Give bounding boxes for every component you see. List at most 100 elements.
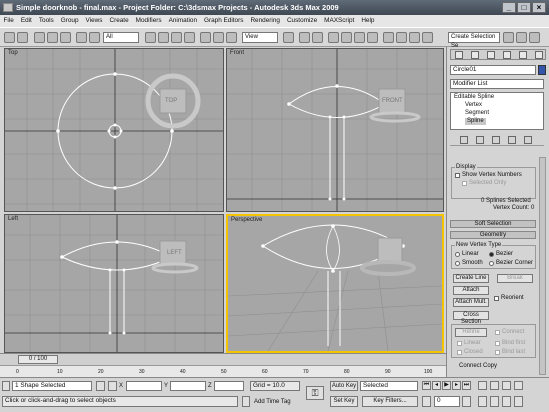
- bezier-radio[interactable]: [489, 252, 494, 257]
- menu-edit[interactable]: Edit: [17, 15, 35, 27]
- maximize-button[interactable]: □: [517, 2, 531, 13]
- menu-group[interactable]: Group: [57, 15, 82, 27]
- keyboard-shortcut-icon[interactable]: [312, 32, 323, 43]
- y-coordinate-field[interactable]: [170, 381, 206, 391]
- unlink-icon[interactable]: [47, 32, 58, 43]
- time-slider[interactable]: 0 / 100: [0, 353, 446, 365]
- mirror-icon[interactable]: [383, 32, 394, 43]
- selected-only-checkbox[interactable]: [462, 181, 467, 186]
- viewport-label-top[interactable]: Top: [8, 50, 18, 56]
- command-panel-scrollbar[interactable]: [539, 157, 546, 375]
- previous-frame-icon[interactable]: ◂: [432, 381, 441, 390]
- menu-maxscript[interactable]: MAXScript: [321, 15, 358, 27]
- field-of-view-icon[interactable]: [478, 396, 487, 407]
- redo-icon[interactable]: [17, 32, 28, 43]
- scale-icon[interactable]: [226, 32, 237, 43]
- viewcube-front-label[interactable]: FRONT: [382, 98, 403, 104]
- configure-modifier-sets-icon[interactable]: [524, 136, 532, 144]
- bind-last-checkbox[interactable]: [495, 350, 500, 355]
- bezier-corner-radio[interactable]: [489, 261, 494, 266]
- play-icon[interactable]: ▶: [442, 381, 451, 390]
- hierarchy-tab-icon[interactable]: [487, 51, 495, 59]
- viewport-top[interactable]: Top TOP: [4, 48, 224, 212]
- pivot-center-icon[interactable]: [283, 32, 294, 43]
- viewport-perspective[interactable]: Perspective: [226, 214, 444, 353]
- stack-item-vertex[interactable]: Vertex: [465, 102, 482, 109]
- soft-selection-rollout[interactable]: Soft Selection: [450, 220, 536, 228]
- z-coordinate-field[interactable]: [214, 381, 244, 391]
- stack-item-editable-spline[interactable]: Editable Spline: [454, 94, 494, 101]
- viewport-front[interactable]: Front FRONT: [226, 48, 444, 212]
- select-by-name-icon[interactable]: [89, 32, 100, 43]
- snap-toggle-icon[interactable]: [328, 32, 339, 43]
- rectangle-selection-icon[interactable]: [171, 32, 182, 43]
- track-bar[interactable]: 0 10 20 30 40 50 60 70 80 90 100: [0, 365, 446, 377]
- x-coordinate-field[interactable]: [126, 381, 162, 391]
- viewport-label-perspective[interactable]: Perspective: [231, 217, 262, 223]
- viewcube-left-label[interactable]: LEFT: [167, 250, 182, 256]
- time-tag-icon[interactable]: [242, 396, 250, 407]
- pan-icon[interactable]: [490, 396, 499, 407]
- menu-rendering[interactable]: Rendering: [247, 15, 284, 27]
- show-end-result-icon[interactable]: [476, 136, 484, 144]
- layer-manager-icon[interactable]: [409, 32, 420, 43]
- make-unique-icon[interactable]: [492, 136, 500, 144]
- zoom-icon[interactable]: [478, 381, 487, 390]
- maxscript-listener-icon[interactable]: [2, 381, 10, 391]
- closed-checkbox[interactable]: [457, 350, 462, 355]
- display-tab-icon[interactable]: [519, 51, 527, 59]
- menu-animation[interactable]: Animation: [165, 15, 200, 27]
- smooth-radio[interactable]: [455, 261, 460, 266]
- minimize-button[interactable]: _: [502, 2, 516, 13]
- link-icon[interactable]: [34, 32, 45, 43]
- modifier-list-dropdown[interactable]: Modifier List: [450, 79, 544, 89]
- orbit-icon[interactable]: [502, 396, 511, 407]
- pin-stack-icon[interactable]: [460, 136, 468, 144]
- menu-file[interactable]: File: [0, 15, 17, 27]
- move-icon[interactable]: [200, 32, 211, 43]
- angle-snap-icon[interactable]: [341, 32, 352, 43]
- reorient-checkbox[interactable]: [494, 296, 499, 301]
- menu-customize[interactable]: Customize: [283, 15, 320, 27]
- selection-filter-dropdown[interactable]: All: [103, 32, 139, 43]
- named-selection-set-dropdown[interactable]: Create Selection Se: [448, 32, 500, 49]
- reference-coordinate-dropdown[interactable]: View: [242, 32, 278, 43]
- menu-modifiers[interactable]: Modifiers: [132, 15, 165, 27]
- attach-mult-button[interactable]: Attach Mult.: [453, 298, 489, 307]
- zoom-extents-icon[interactable]: [502, 381, 511, 390]
- render-setup-icon[interactable]: [516, 32, 527, 43]
- menu-graph-editors[interactable]: Graph Editors: [201, 15, 247, 27]
- undo-icon[interactable]: [4, 32, 15, 43]
- cross-section-button[interactable]: Cross Section: [453, 311, 489, 325]
- key-mode-toggle-icon[interactable]: [422, 396, 431, 407]
- modify-tab-icon[interactable]: [471, 51, 479, 59]
- utilities-tab-icon[interactable]: [535, 51, 543, 59]
- set-key-button[interactable]: Set Key: [330, 396, 358, 407]
- geometry-rollout[interactable]: Geometry: [450, 231, 536, 239]
- viewport-label-left[interactable]: Left: [8, 216, 18, 222]
- close-button[interactable]: ×: [532, 2, 546, 13]
- create-tab-icon[interactable]: [455, 51, 463, 59]
- absolute-mode-icon[interactable]: [108, 381, 117, 391]
- select-object-icon[interactable]: [145, 32, 156, 43]
- key-filters-button[interactable]: Key Filters...: [362, 396, 418, 407]
- menu-create[interactable]: Create: [106, 15, 132, 27]
- object-name-field[interactable]: Circle01: [450, 65, 536, 75]
- next-frame-icon[interactable]: ▸: [452, 381, 461, 390]
- time-configuration-icon[interactable]: [462, 396, 471, 407]
- window-crossing-icon[interactable]: [184, 32, 195, 43]
- bind-space-warp-icon[interactable]: [60, 32, 71, 43]
- remove-modifier-icon[interactable]: [508, 136, 516, 144]
- linear-radio[interactable]: [455, 252, 460, 257]
- menu-views[interactable]: Views: [82, 15, 106, 27]
- go-to-end-icon[interactable]: ⏭: [462, 381, 471, 390]
- bind-first-checkbox[interactable]: [495, 341, 500, 346]
- align-icon[interactable]: [396, 32, 407, 43]
- stack-item-segment[interactable]: Segment: [465, 110, 489, 117]
- time-slider-thumb[interactable]: 0 / 100: [18, 355, 58, 364]
- viewport-label-front[interactable]: Front: [230, 50, 244, 56]
- modifier-stack[interactable]: Editable Spline Vertex Segment Spline: [450, 92, 544, 130]
- go-to-start-icon[interactable]: ⏮: [422, 381, 431, 390]
- create-line-button[interactable]: Create Line: [453, 274, 489, 283]
- material-editor-icon[interactable]: [503, 32, 514, 43]
